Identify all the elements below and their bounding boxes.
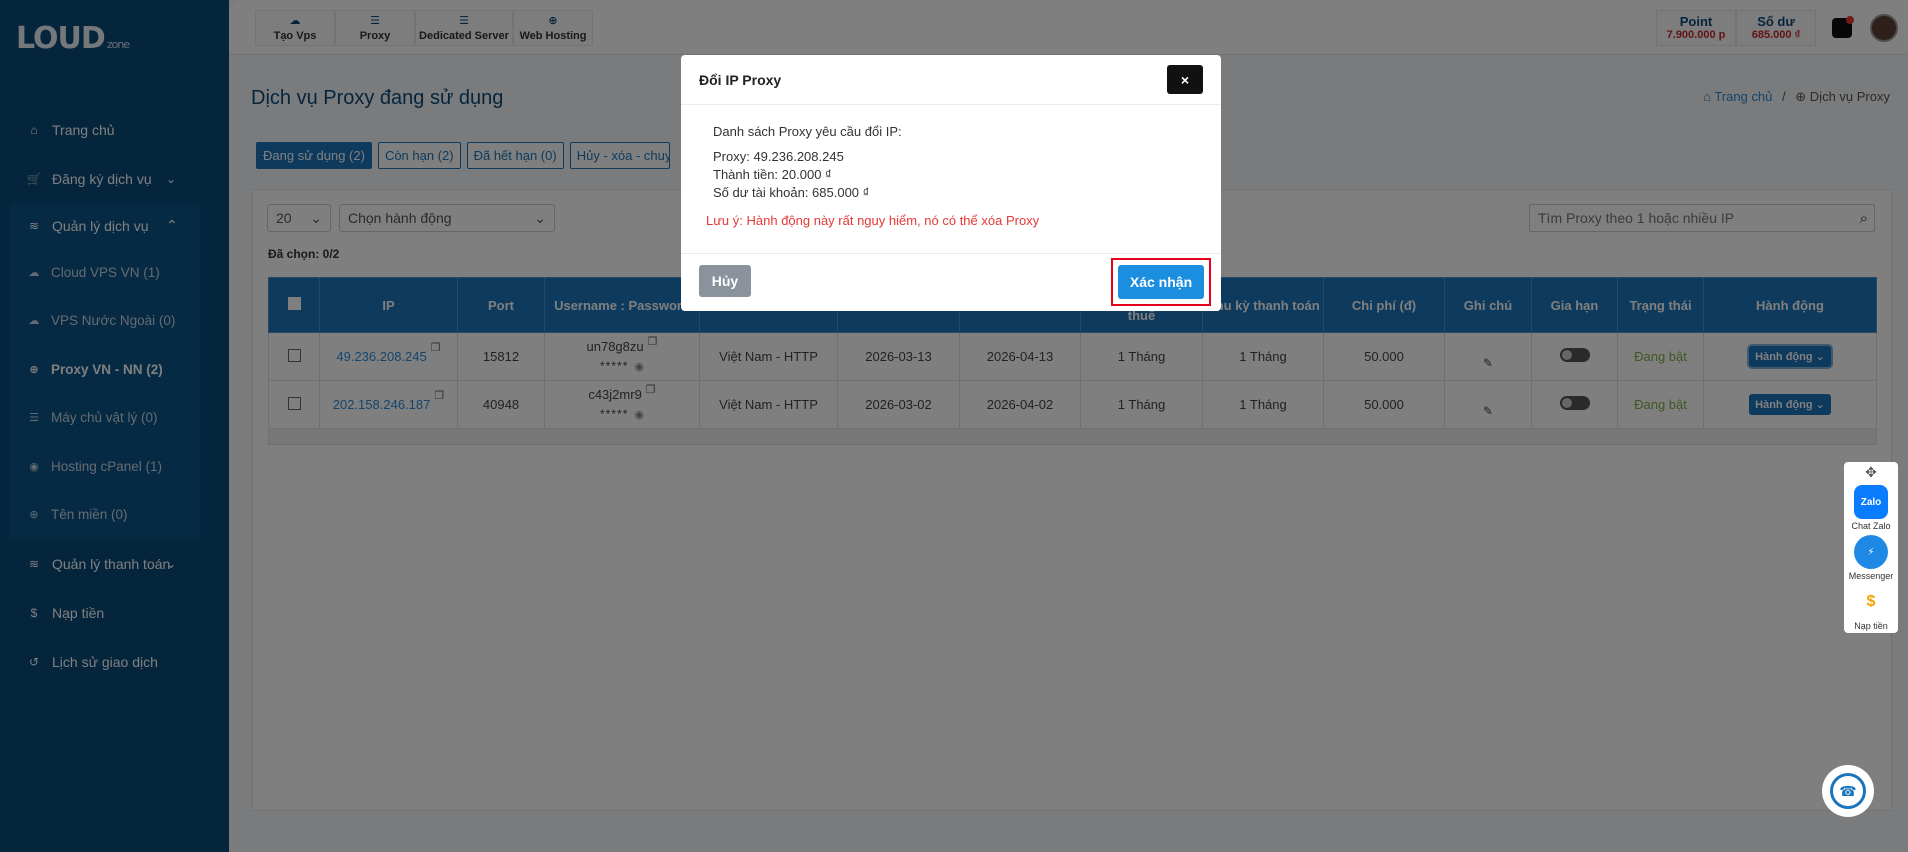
messenger-button[interactable]: ⚡ Messenger bbox=[1844, 535, 1898, 581]
zalo-chat-button[interactable]: Zalo Chat Zalo bbox=[1844, 485, 1898, 531]
change-ip-modal: Đổi IP Proxy × Danh sách Proxy yêu cầu đ… bbox=[681, 55, 1221, 311]
headset-icon: ☎ bbox=[1830, 773, 1866, 809]
modal-header: Đổi IP Proxy × bbox=[681, 55, 1221, 105]
modal-footer: Hủy Xác nhận bbox=[681, 254, 1221, 310]
modal-warning: Lưu ý: Hành động này rất nguy hiểm, nó c… bbox=[706, 213, 1040, 228]
modal-cost-line: Thành tiền: 20.000 ₫ bbox=[713, 167, 832, 182]
move-icon[interactable]: ✥ bbox=[1844, 464, 1898, 481]
topup-button[interactable]: $ Nạp tiền bbox=[1844, 585, 1898, 631]
zalo-icon: Zalo bbox=[1854, 485, 1888, 519]
modal-balance-line: Số dư tài khoản: 685.000 ₫ bbox=[713, 185, 870, 200]
modal-proxy-line: Proxy: 49.236.208.245 bbox=[713, 149, 844, 164]
cancel-button[interactable]: Hủy bbox=[699, 265, 751, 297]
hand-coin-icon: $ bbox=[1854, 585, 1888, 619]
modal-title: Đổi IP Proxy bbox=[699, 71, 782, 88]
messenger-icon: ⚡ bbox=[1854, 535, 1888, 569]
confirm-highlight: Xác nhận bbox=[1111, 258, 1211, 306]
confirm-button[interactable]: Xác nhận bbox=[1118, 265, 1204, 299]
support-chat-button[interactable]: ☎ bbox=[1822, 765, 1874, 817]
modal-body: Danh sách Proxy yêu cầu đổi IP: Proxy: 4… bbox=[681, 105, 1221, 254]
modal-intro: Danh sách Proxy yêu cầu đổi IP: bbox=[713, 124, 902, 139]
close-button[interactable]: × bbox=[1167, 65, 1203, 94]
contact-widget: ✥ Zalo Chat Zalo ⚡ Messenger $ Nạp tiền bbox=[1844, 462, 1898, 633]
